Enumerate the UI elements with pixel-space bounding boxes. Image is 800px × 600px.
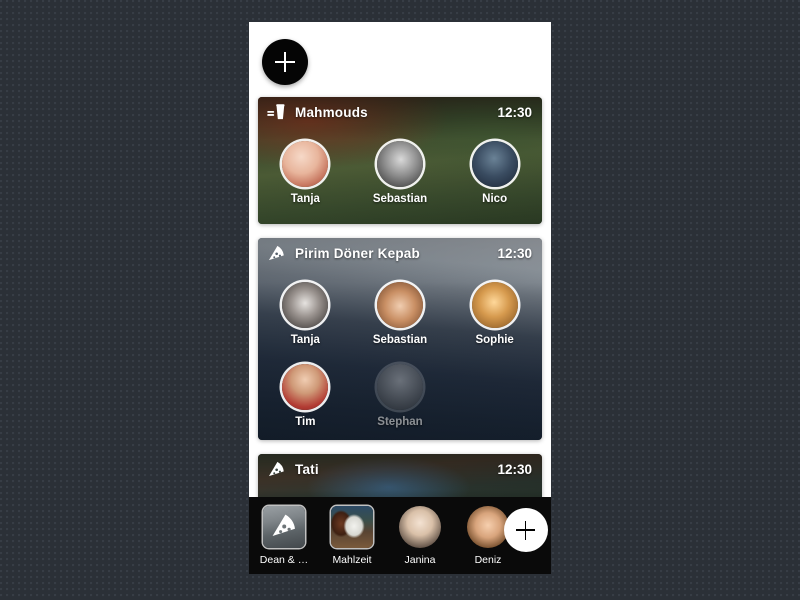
avatar[interactable] [376,282,423,328]
attendee[interactable]: Sophie [447,282,542,346]
avatar[interactable] [282,282,329,328]
attendee-row: Tanja Sebastian Nico [258,141,542,205]
attendee-name: Stephan [377,416,423,428]
attendee[interactable]: Tim [258,364,353,428]
card-header: Tati 12:30 [258,454,542,484]
contacts-bar-label: Mahlzeit [332,554,372,566]
card-header: Pirim Döner Kepab 12:30 [258,238,542,268]
avatar[interactable] [471,141,518,187]
card-title: Pirim Döner Kepab [295,245,420,261]
avatar[interactable] [399,506,441,548]
contacts-bar-item-mahlzeit[interactable]: Mahlzeit [321,506,383,566]
card-title: Tati [295,461,319,477]
contacts-bar-item-janina[interactable]: Janina [389,506,451,566]
avatar[interactable] [376,364,423,410]
attendee-name: Tim [295,416,316,428]
card-time: 12:30 [497,461,532,477]
plus-icon-bar [524,520,527,540]
card-time: 12:30 [497,245,532,261]
avatar[interactable] [376,141,423,187]
attendee[interactable]: Stephan [353,364,448,428]
attendee[interactable]: Tanja [258,282,353,346]
contacts-bar-label: Janina [404,554,436,566]
attendee-name: Tanja [290,193,320,205]
attendee-name: Tanja [290,334,320,346]
attendee-row: Tanja Sebastian Sophie [258,282,542,346]
add-event-button[interactable] [262,39,308,85]
event-card[interactable]: Pirim Döner Kepab 12:30 Tanja Sebastian [258,238,542,440]
burger-drink-icon [267,103,285,119]
pizza-slice-icon [268,461,284,476]
card-title: Mahmouds [295,104,368,120]
attendee[interactable]: Tanja [258,141,353,205]
card-time: 12:30 [497,104,532,120]
avatar[interactable] [282,364,329,410]
contacts-bar: Dean & … Mahlzeit Janina Deniz [249,497,551,574]
app-screenshot: Mahmouds 12:30 Tanja Sebastian Nico Piri… [0,0,800,600]
contacts-bar-item-dean[interactable]: Dean & … [253,506,315,566]
event-feed[interactable]: Mahmouds 12:30 Tanja Sebastian Nico Piri… [249,22,551,497]
attendee[interactable]: Nico [447,141,542,205]
avatar[interactable] [282,141,329,187]
pizza-slice-icon [272,514,295,537]
card-header: Mahmouds 12:30 [258,97,542,127]
attendee[interactable]: Sebastian [353,282,448,346]
contacts-bar-label: Deniz [474,554,502,566]
attendee-row: Tim Stephan [258,364,542,428]
place-thumbnail[interactable] [263,506,305,548]
plus-icon-bar [284,52,286,72]
attendee-empty-slot [447,364,542,428]
attendee[interactable]: Sebastian [353,141,448,205]
avatar[interactable] [467,506,509,548]
attendee-name: Sebastian [372,334,428,346]
event-card[interactable]: Mahmouds 12:30 Tanja Sebastian Nico [258,97,542,224]
attendee-name: Nico [482,193,508,205]
event-card[interactable]: Tati 12:30 [258,454,542,497]
contacts-bar-label: Dean & … [259,554,309,566]
phone-viewport: Mahmouds 12:30 Tanja Sebastian Nico Piri… [249,22,551,574]
pizza-slice-icon [268,245,284,260]
add-contact-button[interactable] [504,508,548,552]
avatar[interactable] [471,282,518,328]
attendee-name: Sebastian [372,193,428,205]
attendee-name: Sophie [475,334,514,346]
place-thumbnail[interactable] [331,506,373,548]
